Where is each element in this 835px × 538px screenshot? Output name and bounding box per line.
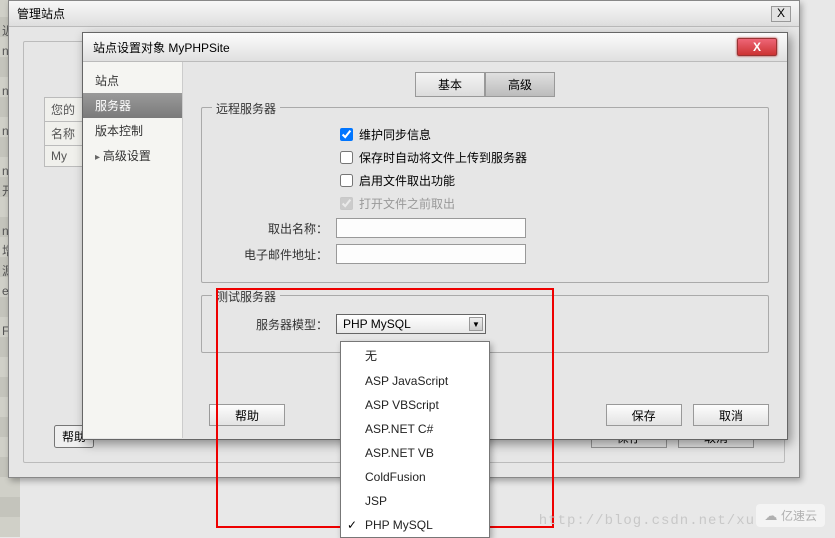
server-model-dropdown: 无 ASP JavaScript ASP VBScript ASP.NET C#… <box>340 341 490 538</box>
outer-close-button[interactable]: X <box>771 6 791 22</box>
sidebar-item-version[interactable]: 版本控制 <box>83 118 182 143</box>
watermark-text: http://blog.csdn.net/xu <box>539 513 755 529</box>
chevron-down-icon: ▼ <box>469 317 483 331</box>
checkout-before-open-check <box>340 197 353 210</box>
maintain-sync-check[interactable] <box>340 128 353 141</box>
dd-item-aspjs[interactable]: ASP JavaScript <box>341 369 489 393</box>
inner-help-button[interactable]: 帮助 <box>209 404 285 426</box>
dd-item-aspvb[interactable]: ASP VBScript <box>341 393 489 417</box>
outer-side-tab[interactable]: 名称 <box>44 121 86 146</box>
inner-title-text: 站点设置对象 MyPHPSite <box>93 39 230 56</box>
outer-side-tab[interactable]: My <box>44 145 86 167</box>
tab-row: 基本高级 <box>201 72 769 97</box>
inner-cancel-button[interactable]: 取消 <box>693 404 769 426</box>
outer-title-text: 管理站点 <box>17 5 65 22</box>
dd-item-phpmysql[interactable]: PHP MySQL <box>341 513 489 537</box>
dd-item-aspnetvb[interactable]: ASP.NET VB <box>341 441 489 465</box>
tab-advanced[interactable]: 高级 <box>485 72 555 97</box>
dd-item-cf[interactable]: ColdFusion <box>341 465 489 489</box>
remote-server-fieldset: 远程服务器 维护同步信息 保存时自动将文件上传到服务器 启用文件取出功能 打开文… <box>201 107 769 283</box>
sidebar: 站点 服务器 版本控制 高级设置 <box>83 62 183 438</box>
email-label: 电子邮件地址： <box>220 246 336 263</box>
auto-upload-check[interactable] <box>340 151 353 164</box>
checkout-before-open-label: 打开文件之前取出 <box>359 195 455 212</box>
server-model-select[interactable]: PHP MySQL ▼ <box>336 314 486 334</box>
inner-save-button[interactable]: 保存 <box>606 404 682 426</box>
tab-basic[interactable]: 基本 <box>415 72 485 97</box>
outer-titlebar: 管理站点 X <box>9 1 799 27</box>
checkout-name-input[interactable] <box>336 218 526 238</box>
inner-titlebar: 站点设置对象 MyPHPSite X <box>83 33 787 62</box>
inner-close-button[interactable]: X <box>737 38 777 56</box>
enable-checkout-label: 启用文件取出功能 <box>359 172 455 189</box>
logo-text: ☁ 亿速云 <box>756 504 825 527</box>
dd-item-none[interactable]: 无 <box>341 342 489 369</box>
auto-upload-label: 保存时自动将文件上传到服务器 <box>359 149 527 166</box>
sidebar-item-site[interactable]: 站点 <box>83 68 182 93</box>
remote-legend: 远程服务器 <box>212 100 280 117</box>
dd-item-aspnetcs[interactable]: ASP.NET C# <box>341 417 489 441</box>
enable-checkout-check[interactable] <box>340 174 353 187</box>
outer-side-tab[interactable]: 您的 <box>44 97 86 122</box>
sidebar-item-server[interactable]: 服务器 <box>83 93 182 118</box>
server-model-label: 服务器模型： <box>220 316 336 333</box>
test-legend: 测试服务器 <box>212 288 280 305</box>
checkout-name-label: 取出名称： <box>220 220 336 237</box>
sidebar-item-advanced[interactable]: 高级设置 <box>83 143 182 168</box>
server-model-value: PHP MySQL <box>343 317 411 331</box>
email-input[interactable] <box>336 244 526 264</box>
dd-item-jsp[interactable]: JSP <box>341 489 489 513</box>
maintain-sync-label: 维护同步信息 <box>359 126 431 143</box>
outer-side-tabs: 您的 名称 My <box>44 97 86 166</box>
